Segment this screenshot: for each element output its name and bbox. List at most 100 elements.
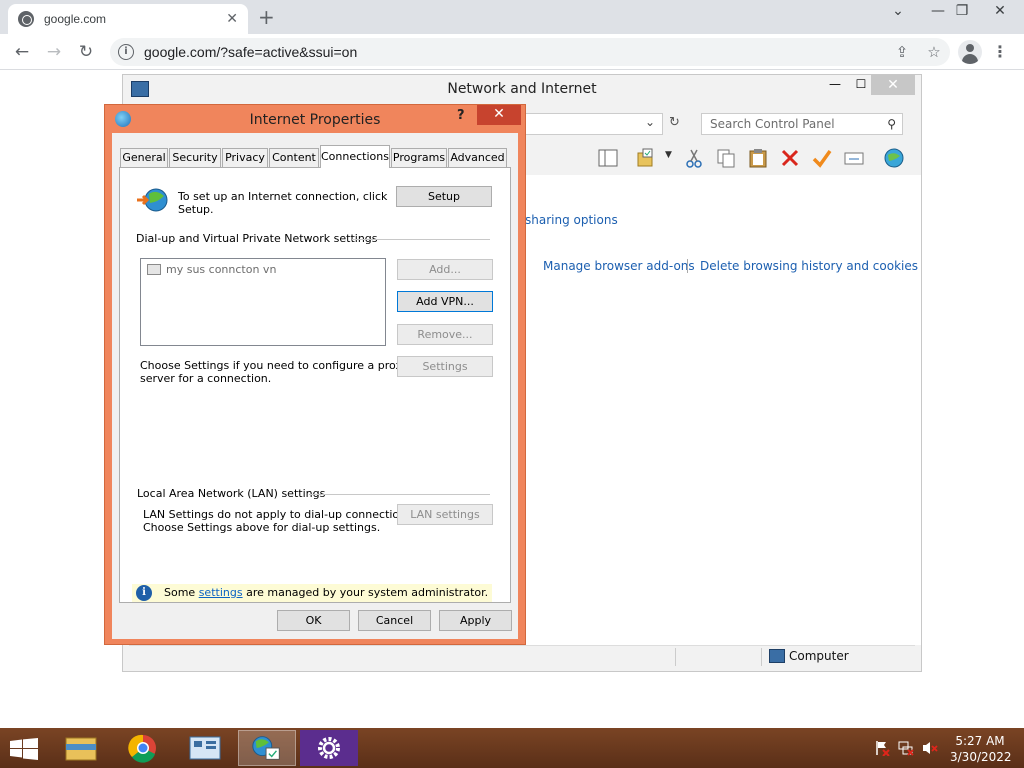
internet-properties-dialog: Internet Properties ? ✕ General Security… bbox=[104, 104, 526, 645]
info-text-prefix: Some bbox=[164, 586, 199, 599]
copy-icon[interactable] bbox=[715, 147, 737, 169]
delete-x-icon[interactable] bbox=[779, 147, 801, 169]
network-globe-icon[interactable] bbox=[883, 147, 905, 169]
help-button[interactable]: ? bbox=[457, 108, 465, 123]
manage-addons-link[interactable]: Manage browser add-ons bbox=[543, 259, 695, 273]
control-panel-title: Network and Internet bbox=[447, 81, 597, 97]
lan-text-line1: LAN Settings do not apply to dial-up con… bbox=[143, 508, 416, 521]
proxy-text-line2: server for a connection. bbox=[140, 372, 272, 385]
cut-scissors-icon[interactable] bbox=[683, 147, 705, 169]
cp-close-button[interactable]: ✕ bbox=[871, 75, 915, 95]
cp-search-placeholder: Search Control Panel bbox=[710, 117, 835, 131]
window-close-button[interactable]: ✕ bbox=[978, 0, 1022, 26]
sharing-options-link[interactable]: sharing options bbox=[525, 213, 618, 227]
control-panel-taskbar-icon[interactable] bbox=[176, 730, 234, 766]
lan-text-line2: Choose Settings above for dial-up settin… bbox=[143, 521, 381, 534]
reload-icon[interactable]: ↻ bbox=[74, 40, 98, 64]
control-panel-titlebar: Network and Internet — ☐ ✕ bbox=[123, 75, 921, 103]
action-center-flag-icon[interactable] bbox=[874, 740, 890, 756]
properties-folder-icon[interactable] bbox=[635, 147, 657, 169]
lan-settings-button[interactable]: LAN settings bbox=[397, 504, 493, 525]
tab-content[interactable]: Content bbox=[269, 148, 319, 167]
admin-info-bar: i Some settings are managed by your syst… bbox=[132, 584, 492, 602]
cp-search-input[interactable]: Search Control Panel ⚲ bbox=[701, 113, 903, 135]
browser-tab-strip: google.com ✕ + ⌄ — ❐ ✕ bbox=[0, 0, 1024, 34]
setup-button[interactable]: Setup bbox=[396, 186, 492, 207]
status-separator bbox=[675, 648, 676, 666]
computer-icon bbox=[769, 649, 785, 663]
vpn-connection-icon bbox=[147, 264, 161, 275]
ok-button[interactable]: OK bbox=[277, 610, 350, 631]
remove-button[interactable]: Remove... bbox=[397, 324, 493, 345]
site-info-icon[interactable]: i bbox=[118, 44, 134, 60]
file-explorer-icon[interactable] bbox=[52, 730, 110, 766]
chrome-icon[interactable] bbox=[114, 730, 172, 766]
cp-maximize-button[interactable]: ☐ bbox=[851, 77, 871, 95]
info-icon: i bbox=[136, 585, 152, 601]
cp-toolbar: ▼ bbox=[523, 143, 919, 173]
cancel-button[interactable]: Cancel bbox=[358, 610, 431, 631]
dialog-close-button[interactable]: ✕ bbox=[477, 105, 521, 125]
dialog-body: General Security Privacy Content Connect… bbox=[112, 133, 518, 639]
cp-refresh-icon[interactable]: ↻ bbox=[669, 115, 680, 130]
volume-muted-icon[interactable] bbox=[922, 740, 938, 756]
network-status-icon[interactable] bbox=[898, 740, 914, 756]
properties-dropdown-icon[interactable]: ▼ bbox=[665, 150, 672, 160]
add-button[interactable]: Add... bbox=[397, 259, 493, 280]
tab-search-chevron-icon[interactable]: ⌄ bbox=[876, 0, 920, 26]
tab-programs[interactable]: Programs bbox=[391, 148, 447, 167]
delete-history-link[interactable]: Delete browsing history and cookies bbox=[700, 259, 918, 273]
settings-button[interactable]: Settings bbox=[397, 356, 493, 377]
apply-button[interactable]: Apply bbox=[439, 610, 512, 631]
group-divider bbox=[352, 239, 490, 240]
browser-tab[interactable]: google.com ✕ bbox=[8, 4, 248, 34]
status-computer-label: Computer bbox=[789, 649, 849, 663]
layout-pane-icon[interactable] bbox=[597, 147, 619, 169]
check-mark-icon[interactable] bbox=[811, 147, 833, 169]
status-separator bbox=[761, 648, 762, 666]
system-clock[interactable]: 5:27 AM 3/30/2022 bbox=[950, 733, 1012, 765]
connection-name: my sus conncton vn bbox=[166, 263, 277, 276]
site-favicon-icon bbox=[18, 11, 34, 27]
browser-menu-icon[interactable]: ⋮ bbox=[992, 42, 1008, 61]
clock-date: 3/30/2022 bbox=[950, 750, 1012, 764]
cp-status-bar: Computer bbox=[129, 645, 915, 667]
settings-link[interactable]: settings bbox=[199, 586, 243, 599]
tab-privacy[interactable]: Privacy bbox=[222, 148, 268, 167]
cp-address-bar[interactable] bbox=[523, 113, 663, 135]
tab-advanced[interactable]: Advanced bbox=[448, 148, 507, 167]
dialog-titlebar: Internet Properties ? ✕ bbox=[105, 105, 525, 133]
clock-time: 5:27 AM bbox=[955, 734, 1005, 748]
add-vpn-button[interactable]: Add VPN... bbox=[397, 291, 493, 312]
address-dropdown-icon[interactable]: ⌄ bbox=[645, 115, 655, 129]
windows-start-icon[interactable] bbox=[10, 738, 38, 760]
tab-close-icon[interactable]: ✕ bbox=[226, 11, 238, 27]
setup-text-line1: To set up an Internet connection, click bbox=[178, 190, 388, 203]
profile-avatar-icon[interactable] bbox=[958, 40, 982, 64]
rename-field-icon[interactable] bbox=[843, 147, 865, 169]
tab-connections[interactable]: Connections bbox=[320, 145, 390, 168]
connections-listbox[interactable]: my sus conncton vn bbox=[140, 258, 386, 346]
internet-options-taskbar-icon[interactable] bbox=[238, 730, 296, 766]
bookmark-star-icon[interactable]: ☆ bbox=[918, 43, 950, 61]
tab-security[interactable]: Security bbox=[169, 148, 221, 167]
settings-gear-taskbar-icon[interactable] bbox=[300, 730, 358, 766]
dialup-vpn-header: Dial-up and Virtual Private Network sett… bbox=[136, 232, 378, 245]
forward-arrow-icon[interactable]: → bbox=[42, 40, 66, 64]
address-bar[interactable]: i google.com/?safe=active&ssui=on ⇪ ☆ bbox=[110, 38, 950, 66]
paste-clipboard-icon[interactable] bbox=[747, 147, 769, 169]
share-icon[interactable]: ⇪ bbox=[886, 43, 918, 61]
tab-general[interactable]: General bbox=[120, 148, 168, 167]
search-icon[interactable]: ⚲ bbox=[887, 117, 896, 131]
windows-taskbar: 5:27 AM 3/30/2022 bbox=[0, 728, 1024, 768]
connections-tab-panel: To set up an Internet connection, click … bbox=[119, 167, 511, 603]
cp-minimize-button[interactable]: — bbox=[823, 77, 847, 95]
browser-toolbar: ← → ↻ i google.com/?safe=active&ssui=on … bbox=[0, 34, 1024, 70]
back-arrow-icon[interactable]: ← bbox=[10, 40, 34, 64]
new-tab-button[interactable]: + bbox=[258, 5, 275, 29]
link-separator bbox=[687, 259, 688, 273]
address-url[interactable]: google.com/?safe=active&ssui=on bbox=[144, 44, 886, 60]
list-item[interactable]: my sus conncton vn bbox=[147, 263, 276, 276]
group-divider bbox=[309, 494, 490, 495]
lan-settings-header: Local Area Network (LAN) settings bbox=[137, 487, 326, 500]
